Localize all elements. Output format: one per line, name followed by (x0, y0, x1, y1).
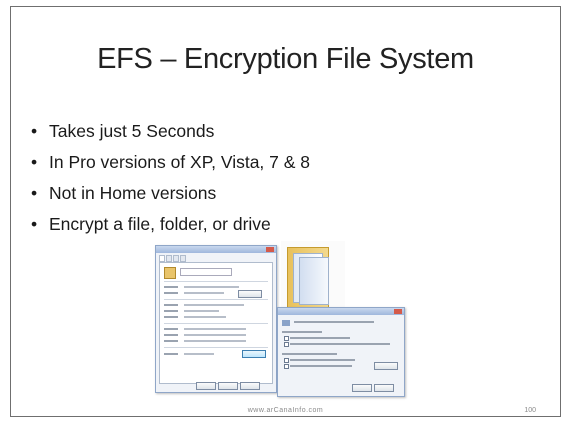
dialog-title-bar (156, 246, 276, 253)
property-row (164, 315, 264, 319)
property-row (164, 333, 264, 337)
change-button (238, 290, 262, 298)
page-number: 100 (524, 407, 536, 414)
property-row (164, 309, 264, 313)
apply-button (240, 382, 260, 390)
property-row (164, 327, 264, 331)
dialog-title-bar (278, 308, 404, 315)
bullet-item: In Pro versions of XP, Vista, 7 & 8 (31, 150, 310, 181)
property-row (164, 339, 264, 343)
divider (164, 323, 268, 324)
slide-title: EFS – Encryption File System (97, 43, 474, 75)
tab-general (159, 255, 165, 262)
divider (164, 281, 268, 282)
efs-screenshot (153, 241, 405, 398)
ok-button (196, 382, 216, 390)
advanced-button (242, 350, 266, 358)
index-checkbox (284, 342, 289, 347)
tab-previous-versions (180, 255, 186, 262)
footer-url: www.arCanaInfo.com (247, 407, 324, 414)
encrypt-checkbox (284, 364, 289, 369)
dialog-tabs (156, 253, 276, 262)
bullet-list: Takes just 5 Seconds In Pro versions of … (31, 119, 310, 243)
bullet-item: Takes just 5 Seconds (31, 119, 310, 150)
bullet-item: Encrypt a file, folder, or drive (31, 212, 310, 243)
ok-button (352, 384, 372, 392)
general-pane (159, 262, 273, 384)
details-button (374, 362, 398, 370)
divider (164, 347, 268, 348)
settings-icon (282, 320, 290, 326)
cancel-button (374, 384, 394, 392)
file-name-field (180, 268, 232, 276)
compress-checkbox (284, 358, 289, 363)
advanced-attributes-dialog (277, 307, 405, 397)
archive-checkbox (284, 336, 289, 341)
cancel-button (218, 382, 238, 390)
file-icon (164, 267, 176, 279)
tab-details (173, 255, 179, 262)
bullet-item: Not in Home versions (31, 181, 310, 212)
property-row (164, 285, 264, 289)
close-icon (394, 309, 402, 314)
divider (164, 299, 268, 300)
file-properties-dialog (155, 245, 277, 393)
close-icon (266, 247, 274, 252)
property-row (164, 303, 264, 307)
tab-security (166, 255, 172, 262)
